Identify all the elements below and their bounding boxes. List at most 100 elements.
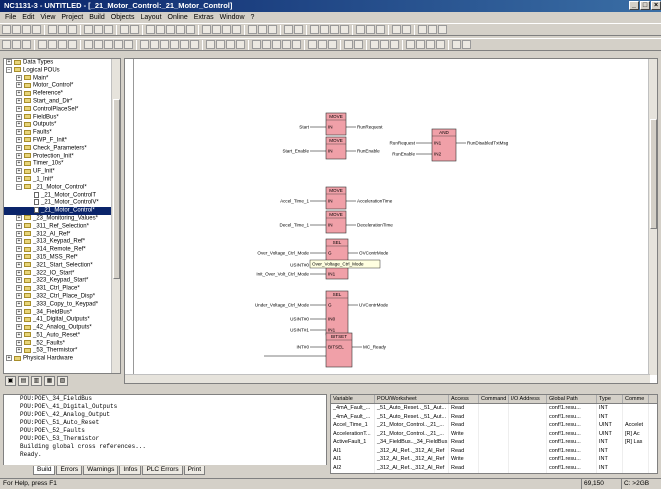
tree-item[interactable]: + _1_Init* [4, 175, 120, 184]
menu-layout[interactable]: Layout [138, 14, 165, 21]
tree-item[interactable]: + _52_Faults* [4, 339, 120, 348]
toolbar-button-icon[interactable] [284, 25, 293, 34]
toolbar-button-icon[interactable] [12, 40, 21, 49]
column-header[interactable]: Access [449, 395, 479, 403]
expand-toggle-icon[interactable]: + [16, 261, 22, 268]
toolbar-button-icon[interactable] [202, 25, 211, 34]
toolbar-button-icon[interactable] [436, 40, 445, 49]
toolbar-button-icon[interactable] [22, 40, 31, 49]
toolbar-button-icon[interactable] [426, 40, 435, 49]
tree-scrollbar[interactable] [111, 59, 120, 373]
fbd-editor[interactable]: MOVE IN Start RunRequest MOVE IN Start_Enable R… [124, 58, 658, 384]
toolbar-button-icon[interactable] [232, 25, 241, 34]
tree-item[interactable]: + _333_Copy_to_Keypad* [4, 300, 120, 309]
menu-view[interactable]: View [37, 14, 58, 21]
tree-item[interactable]: + Reference* [4, 90, 120, 98]
column-header[interactable]: Global Path [547, 395, 597, 403]
toolbar-button-icon[interactable] [258, 25, 267, 34]
table-row[interactable]: AI2_312_AI_Ref.._312_AI_RefWrite conf!1.r… [331, 472, 657, 473]
toolbar-button-icon[interactable] [310, 25, 319, 34]
tree-item[interactable]: + Data Types [4, 59, 120, 67]
toolbar-button-icon[interactable] [262, 40, 271, 49]
expand-toggle-icon[interactable]: + [16, 238, 22, 245]
column-header[interactable]: I/O Address [509, 395, 547, 403]
tree-item[interactable]: + UF_Init* [4, 168, 120, 176]
toolbar-button-icon[interactable] [150, 40, 159, 49]
table-row[interactable]: _4mA_Fault_... _51_Auto_Reset.._51_Aut...… [331, 404, 657, 413]
table-row[interactable]: AI1 _312_AI_Ref.._312_AI_Ref Write conf!1.r… [331, 455, 657, 464]
tree-item[interactable]: + Motor_Control* [4, 82, 120, 90]
tree-item[interactable]: + _331_Ctrl_Place* [4, 285, 120, 293]
toolbar-button-icon[interactable] [212, 25, 221, 34]
expand-toggle-icon[interactable]: + [6, 59, 12, 65]
toolbar-button-icon[interactable] [340, 25, 349, 34]
tree-item[interactable]: + _315_MSS_Ref* [4, 253, 120, 262]
expand-toggle-icon[interactable]: + [16, 113, 22, 120]
project-tree[interactable]: + Data Types − Logical POUs + Main* + Motor_Con… [3, 58, 121, 374]
editor-hscrollbar[interactable] [125, 374, 650, 383]
tree-item[interactable]: + _34_FieldBus* [4, 308, 120, 317]
toolbar-button-icon[interactable] [406, 40, 415, 49]
toolbar-button-icon[interactable] [292, 40, 301, 49]
expand-toggle-icon[interactable]: + [16, 152, 22, 159]
table-row[interactable]: AccelerationT... _21_Motor_Control.._21_.… [331, 429, 657, 438]
toolbar-button-icon[interactable] [58, 25, 67, 34]
tree-item[interactable]: + _312_AI_Ref* [4, 230, 120, 239]
toolbar-button-icon[interactable] [2, 40, 11, 49]
expand-toggle-icon[interactable]: + [16, 230, 22, 237]
expand-toggle-icon[interactable]: + [16, 253, 22, 260]
toolbar-button-icon[interactable] [294, 25, 303, 34]
tree-item[interactable]: _21_Motor_ControlV* [4, 199, 120, 207]
expand-toggle-icon[interactable]: + [16, 339, 22, 346]
toolbar-button-icon[interactable] [84, 40, 93, 49]
toolbar-button-icon[interactable] [308, 40, 317, 49]
expand-toggle-icon[interactable]: + [16, 285, 22, 292]
toolbar-button-icon[interactable] [48, 25, 57, 34]
toolbar-button-icon[interactable] [146, 25, 155, 34]
toolbar-button-icon[interactable] [12, 25, 21, 34]
tab-libraries-icon[interactable]: ▤ [18, 376, 29, 386]
expand-toggle-icon[interactable]: + [16, 246, 22, 253]
toolbar-button-icon[interactable] [186, 25, 195, 34]
toolbar-button-icon[interactable] [376, 25, 385, 34]
expand-toggle-icon[interactable]: + [16, 168, 22, 175]
expand-toggle-icon[interactable]: + [16, 331, 22, 338]
toolbar-button-icon[interactable] [140, 40, 149, 49]
message-tab[interactable]: Build [33, 465, 56, 475]
toolbar-button-icon[interactable] [236, 40, 245, 49]
tree-item[interactable]: − _21_Motor_Control* [4, 183, 120, 192]
message-tab[interactable]: Print [183, 465, 206, 475]
tree-item[interactable]: + _311_Ref_Selection* [4, 222, 120, 231]
expand-toggle-icon[interactable]: + [16, 74, 22, 81]
menu-help[interactable]: ? [248, 14, 258, 21]
toolbar-button-icon[interactable] [68, 25, 77, 34]
menu-file[interactable]: File [2, 14, 19, 21]
toolbar-button-icon[interactable] [206, 40, 215, 49]
expand-toggle-icon[interactable]: + [16, 324, 22, 331]
toolbar-button-icon[interactable] [216, 40, 225, 49]
tree-item[interactable]: + FWP_F_Init* [4, 136, 120, 145]
expand-toggle-icon[interactable]: + [16, 222, 22, 229]
tab-hardware-icon[interactable]: ▦ [44, 376, 55, 386]
toolbar-button-icon[interactable] [58, 40, 67, 49]
column-header[interactable]: Variable [331, 395, 375, 403]
table-row[interactable]: AI1 _312_AI_Ref.._312_AI_Ref Read conf!1.re… [331, 446, 657, 455]
toolbar-button-icon[interactable] [272, 40, 281, 49]
toolbar-button-icon[interactable] [104, 40, 113, 49]
tree-item[interactable]: + _323_Keypad_Start* [4, 277, 120, 285]
toolbar-button-icon[interactable] [170, 40, 179, 49]
message-tab[interactable]: PLC Errors [142, 465, 183, 475]
toolbar-button-icon[interactable] [390, 40, 399, 49]
toolbar-button-icon[interactable] [282, 40, 291, 49]
expand-toggle-icon[interactable]: + [16, 144, 22, 151]
tree-item[interactable]: _21_Motor_Control* [4, 207, 120, 215]
expand-toggle-icon[interactable]: + [16, 82, 22, 89]
toolbar-button-icon[interactable] [190, 40, 199, 49]
minimize-button[interactable]: _ [629, 1, 639, 10]
tree-item[interactable]: − Logical POUs [4, 66, 120, 75]
toolbar-button-icon[interactable] [160, 40, 169, 49]
expand-toggle-icon[interactable]: + [16, 97, 22, 104]
tree-item[interactable]: + _321_Start_Selection* [4, 261, 120, 270]
toolbar-button-icon[interactable] [180, 40, 189, 49]
toolbar-button-icon[interactable] [166, 25, 175, 34]
